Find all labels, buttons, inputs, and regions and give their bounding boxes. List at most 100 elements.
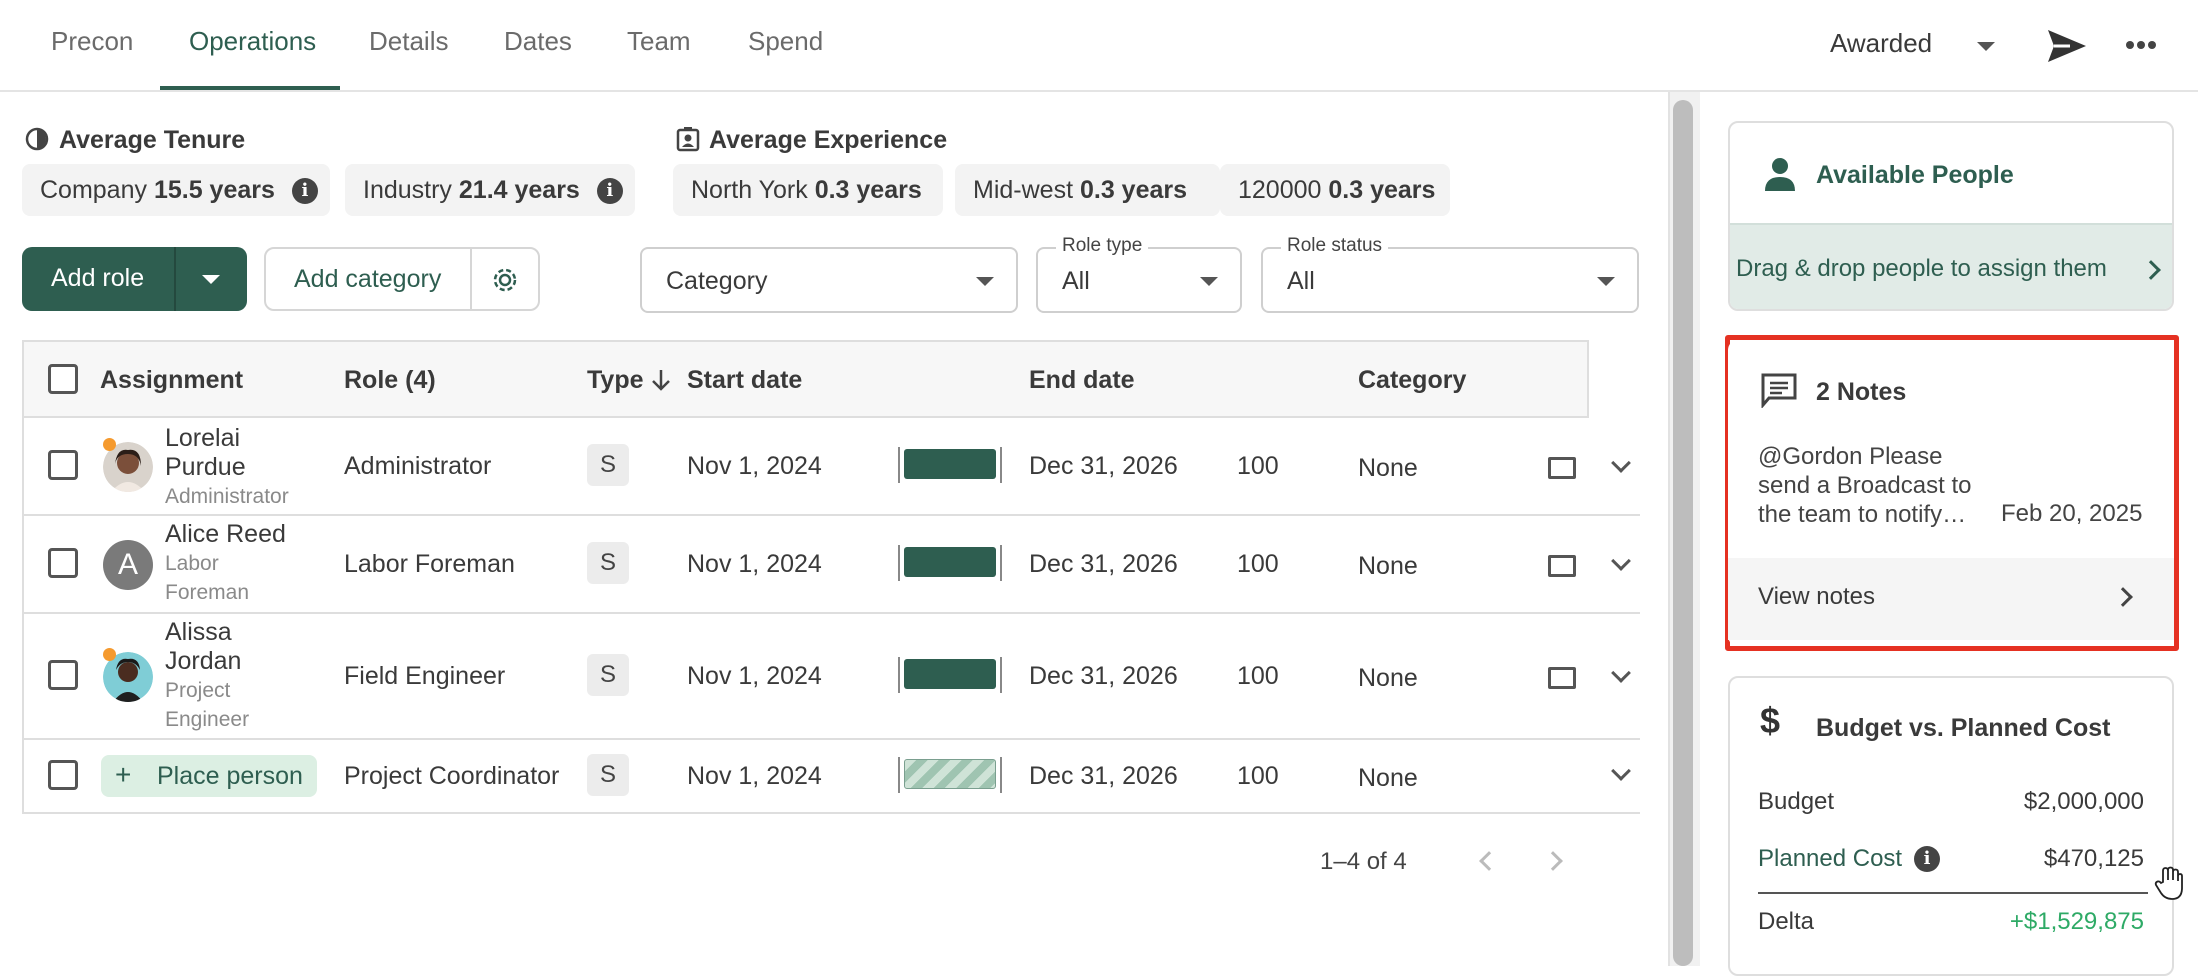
row-checkbox[interactable] — [48, 548, 78, 578]
experience-value: 0.3 years — [1079, 176, 1188, 204]
tab-team[interactable]: Team — [627, 26, 691, 57]
assignee[interactable]: Lorelai Purdue Administrator — [165, 424, 289, 511]
average-tenure-title: Average Tenure — [59, 126, 246, 154]
comment-icon — [1761, 373, 1797, 408]
chevron-down-icon[interactable] — [1611, 663, 1631, 683]
select-all-checkbox[interactable] — [48, 364, 78, 394]
more-icon[interactable] — [2126, 40, 2156, 50]
tab-dates[interactable]: Dates — [504, 26, 572, 57]
pagination-text: 1–4 of 4 — [1320, 848, 1407, 875]
experience-chip: North York 0.3 years — [673, 164, 943, 216]
role-type-label: Role type — [1056, 235, 1149, 257]
role-type-select[interactable]: Role type All — [1036, 235, 1242, 313]
assignee-name: Jordan — [165, 647, 242, 675]
tab-spend[interactable]: Spend — [748, 26, 823, 57]
prev-page-icon[interactable] — [1479, 851, 1499, 871]
tab-details[interactable]: Details — [369, 26, 448, 57]
delta-value: +$1,529,875 — [2009, 908, 2144, 935]
place-person-button[interactable]: + Place person — [101, 755, 317, 797]
experience-value: 0.3 years — [814, 176, 922, 204]
column-type[interactable]: Type — [587, 366, 644, 395]
timeline-bar — [898, 447, 1002, 483]
chevron-down-icon — [1200, 277, 1218, 286]
active-tab-indicator — [160, 86, 340, 90]
timeline-bar — [898, 545, 1002, 581]
divider — [1758, 892, 2148, 894]
scrollbar-thumb[interactable] — [1673, 100, 1693, 966]
assignee-name: Lorelai — [165, 424, 241, 452]
experience-label: North York — [691, 176, 808, 204]
column-role[interactable]: Role (4) — [344, 366, 436, 395]
chevron-down-icon[interactable] — [202, 275, 220, 284]
gear-icon[interactable] — [490, 265, 520, 295]
table-row[interactable]: Alissa Jordan Project Engineer Field Eng… — [22, 614, 1640, 740]
chevron-down-icon — [1597, 277, 1615, 286]
category: None — [1358, 664, 1418, 692]
end-date: Dec 31, 2026 — [1029, 762, 1178, 790]
arrow-down-icon[interactable] — [650, 368, 672, 392]
category-select[interactable]: Category — [640, 247, 1018, 313]
column-category[interactable]: Category — [1358, 366, 1466, 395]
experience-label: Mid-west — [973, 176, 1074, 204]
assignee[interactable]: Alissa Jordan Project Engineer — [165, 618, 249, 734]
budget-value: $2,000,000 — [2023, 788, 2144, 815]
tab-precon[interactable]: Precon — [51, 26, 133, 57]
assignee[interactable]: Alice Reed Labor Foreman — [165, 520, 286, 607]
row-checkbox[interactable] — [48, 660, 78, 690]
chevron-right-icon — [2113, 587, 2133, 607]
available-people-title: Available People — [1816, 161, 2014, 189]
divider — [470, 249, 472, 309]
assignee-name: Alissa — [165, 618, 232, 646]
table-row[interactable]: + Place person Project Coordinator S Nov… — [22, 740, 1640, 814]
experience-value: 0.3 years — [1328, 176, 1436, 204]
note-text: the team to notify… — [1758, 501, 1967, 528]
table-row[interactable]: A Alice Reed Labor Foreman Labor Foreman… — [22, 516, 1640, 614]
add-category-button[interactable]: Add category — [294, 265, 441, 294]
mail-icon[interactable] — [1548, 555, 1576, 577]
type-badge: S — [587, 542, 629, 584]
mail-icon[interactable] — [1548, 457, 1576, 479]
row-checkbox[interactable] — [48, 450, 78, 480]
role-status-label: Role status — [1281, 235, 1389, 257]
chevron-down-icon[interactable] — [1611, 551, 1631, 571]
column-end-date[interactable]: End date — [1029, 366, 1135, 395]
table-row[interactable]: Lorelai Purdue Administrator Administrat… — [22, 418, 1640, 516]
info-icon[interactable]: i — [1914, 846, 1940, 872]
column-start-date[interactable]: Start date — [687, 366, 802, 395]
roles-table: Assignment Role (4) Type Start date End … — [22, 340, 1640, 816]
tab-bar: Precon Operations Details Dates Team Spe… — [0, 0, 2198, 92]
planned-cost-label[interactable]: Planned Cost — [1758, 845, 1902, 873]
place-person-label: Place person — [157, 762, 303, 790]
chevron-down-icon[interactable] — [1611, 761, 1631, 781]
view-notes-button[interactable]: View notes — [1728, 558, 2174, 640]
role-status-select[interactable]: Role status All — [1261, 235, 1639, 313]
timeline-bar-unfilled — [898, 757, 1002, 793]
allocation: 100 — [1237, 550, 1279, 578]
note-text: send a Broadcast to — [1758, 472, 1972, 499]
row-checkbox[interactable] — [48, 760, 78, 790]
type-badge: S — [587, 654, 629, 696]
info-icon[interactable]: i — [596, 178, 623, 205]
assignee-title: Foreman — [165, 581, 250, 604]
info-icon[interactable]: i — [291, 178, 318, 205]
mail-icon[interactable] — [1548, 667, 1576, 689]
end-date: Dec 31, 2026 — [1029, 662, 1178, 690]
send-icon[interactable] — [2046, 28, 2088, 64]
next-page-icon[interactable] — [1543, 851, 1563, 871]
note-preview[interactable]: @Gordon Please send a Broadcast to the t… — [1758, 442, 1971, 529]
assignee-title: Project — [165, 679, 231, 702]
chevron-down-icon[interactable] — [1611, 453, 1631, 473]
add-role-button[interactable]: Add role — [51, 264, 144, 293]
note-date: Feb 20, 2025 — [2001, 500, 2143, 527]
chevron-down-icon[interactable] — [1977, 42, 1995, 51]
column-assignment[interactable]: Assignment — [100, 366, 243, 395]
assignee-name: Purdue — [165, 453, 246, 481]
drag-drop-hint-bar[interactable]: Drag & drop people to assign them — [1730, 223, 2172, 309]
avatar: A — [103, 540, 153, 590]
delta-label: Delta — [1758, 908, 1815, 935]
assignee-title: Engineer — [165, 708, 250, 731]
tab-operations[interactable]: Operations — [189, 26, 316, 57]
chevron-down-icon — [976, 277, 994, 286]
category: None — [1358, 764, 1418, 792]
status-select[interactable]: Awarded — [1830, 28, 1932, 59]
